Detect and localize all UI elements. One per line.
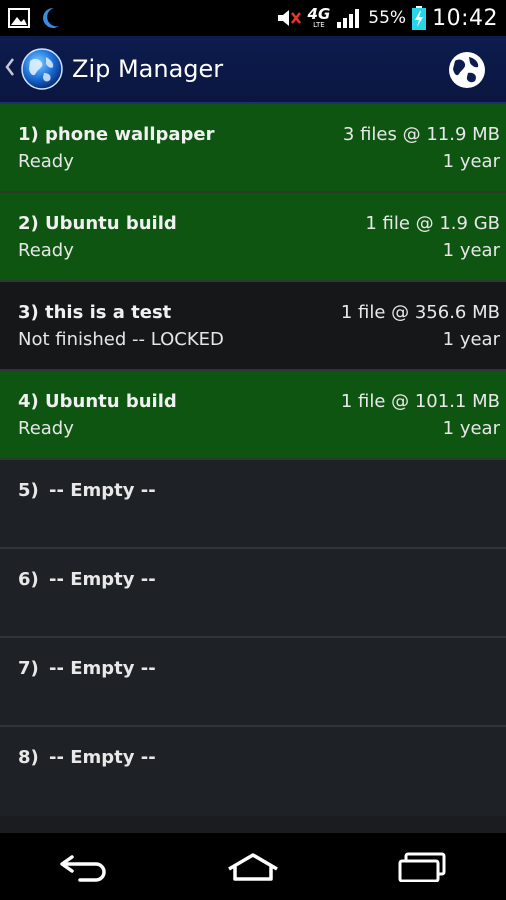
slot-name: 2) Ubuntu build bbox=[18, 213, 177, 234]
slot-empty-label: -- Empty -- bbox=[49, 480, 156, 501]
status-left bbox=[8, 7, 60, 29]
slot-item-2[interactable]: 2) Ubuntu build 1 file @ 1.9 GB Ready 1 … bbox=[0, 193, 506, 282]
app-title: Zip Manager bbox=[72, 55, 224, 83]
slot-size: 1 file @ 356.6 MB bbox=[340, 302, 500, 323]
slot-status: Not finished -- LOCKED bbox=[18, 329, 224, 350]
slot-item-8[interactable]: 8) -- Empty -- bbox=[0, 727, 506, 816]
slot-item-3[interactable]: 3) this is a test 1 file @ 356.6 MB Not … bbox=[0, 282, 506, 371]
slot-name: 4) Ubuntu build bbox=[18, 391, 177, 412]
battery-percent: 55% bbox=[368, 8, 407, 28]
slot-status: Ready bbox=[18, 151, 74, 172]
slot-empty-label: -- Empty -- bbox=[49, 658, 156, 679]
back-icon[interactable] bbox=[49, 842, 119, 892]
globe-icon[interactable] bbox=[446, 49, 488, 91]
slot-item-6[interactable]: 6) -- Empty -- bbox=[0, 549, 506, 638]
slot-item-1[interactable]: 1) phone wallpaper 3 files @ 11.9 MB Rea… bbox=[0, 104, 506, 193]
slot-age: 1 year bbox=[442, 418, 500, 439]
slot-empty-label: -- Empty -- bbox=[49, 569, 156, 590]
moon-icon bbox=[42, 7, 60, 29]
up-caret-icon[interactable] bbox=[4, 55, 18, 83]
battery-charging-icon bbox=[412, 6, 427, 30]
status-bar: 4G LTE 55% 10:42 bbox=[0, 0, 506, 36]
slot-status: Ready bbox=[18, 240, 74, 261]
home-icon[interactable] bbox=[218, 842, 288, 892]
slot-size: 1 file @ 1.9 GB bbox=[365, 213, 500, 234]
network-4g-icon: 4G LTE bbox=[308, 7, 331, 29]
signal-icon bbox=[336, 7, 362, 29]
screen: 4G LTE 55% 10:42 Zip Manager 1) phone wa… bbox=[0, 0, 506, 900]
network-label: 4G bbox=[307, 5, 331, 23]
mute-icon bbox=[276, 7, 302, 29]
slot-number: 6) bbox=[18, 569, 39, 590]
slot-item-7[interactable]: 7) -- Empty -- bbox=[0, 638, 506, 727]
slot-name: 3) this is a test bbox=[18, 302, 172, 323]
slot-item-5[interactable]: 5) -- Empty -- bbox=[0, 460, 506, 549]
network-sub-label: LTE bbox=[313, 21, 325, 29]
slot-size: 1 file @ 101.1 MB bbox=[340, 391, 500, 412]
slot-number: 5) bbox=[18, 480, 39, 501]
navigation-bar bbox=[0, 833, 506, 900]
slot-empty-label: -- Empty -- bbox=[49, 747, 156, 768]
slot-number: 7) bbox=[18, 658, 39, 679]
status-right: 4G LTE 55% 10:42 bbox=[276, 6, 498, 31]
slot-age: 1 year bbox=[442, 151, 500, 172]
archive-slot-list: 1) phone wallpaper 3 files @ 11.9 MB Rea… bbox=[0, 104, 506, 833]
clock: 10:42 bbox=[432, 5, 498, 31]
slot-age: 1 year bbox=[442, 329, 500, 350]
slot-age: 1 year bbox=[442, 240, 500, 261]
recents-icon[interactable] bbox=[387, 842, 457, 892]
slot-size: 3 files @ 11.9 MB bbox=[342, 124, 500, 145]
action-bar: Zip Manager bbox=[0, 36, 506, 104]
slot-status: Ready bbox=[18, 418, 74, 439]
slot-number: 8) bbox=[18, 747, 39, 768]
slot-name: 1) phone wallpaper bbox=[18, 124, 215, 145]
image-icon bbox=[8, 8, 30, 28]
slot-item-4[interactable]: 4) Ubuntu build 1 file @ 101.1 MB Ready … bbox=[0, 371, 506, 460]
app-globe-icon[interactable] bbox=[20, 47, 64, 91]
